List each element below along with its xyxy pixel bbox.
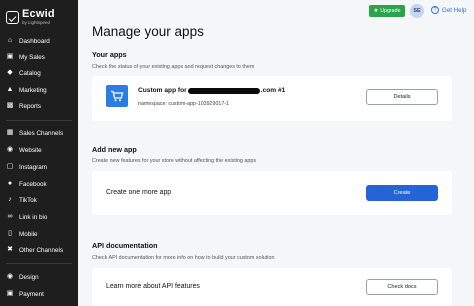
check-docs-button[interactable]: Check docs: [366, 279, 438, 295]
sidebar-item-mobile[interactable]: ▯ Mobile: [6, 227, 38, 241]
redacted-text: [187, 87, 260, 94]
mobile-icon: ▯: [8, 230, 12, 237]
sidebar-item-instagram[interactable]: ▢ Instagram: [6, 160, 47, 174]
sidebar-item-label: Catalog: [19, 69, 41, 77]
api-docs-label: Learn more about API features: [106, 283, 200, 290]
your-apps-title: Your apps: [92, 50, 127, 59]
cart-icon: [111, 90, 124, 102]
brand-logo[interactable]: Ecwid by Lightspeed: [6, 9, 55, 26]
upgrade-button[interactable]: ★ Upgrade: [369, 5, 405, 17]
help-icon: ?: [431, 6, 439, 14]
instagram-icon: ▢: [6, 163, 14, 170]
app-name-suffix: .com #1: [260, 87, 286, 94]
sidebar-item-label: Design: [19, 273, 39, 281]
globe-icon: ◉: [6, 146, 14, 153]
details-button[interactable]: Details: [366, 89, 438, 105]
sidebar-item-marketing[interactable]: ▲ Marketing: [6, 83, 47, 97]
get-help-label: Get Help: [442, 6, 467, 14]
sidebar: Ecwid by Lightspeed ⌂ Dashboard ▣ My Sal…: [0, 0, 78, 306]
tiktok-icon: ♪: [8, 196, 12, 203]
app-name-prefix: Custom app for: [138, 87, 187, 94]
sidebar-item-tiktok[interactable]: ♪ TikTok: [6, 193, 37, 207]
sidebar-item-label: Website: [19, 146, 42, 154]
megaphone-icon: ▲: [6, 86, 14, 93]
cross-icon: ✖: [7, 246, 13, 253]
upgrade-label: Upgrade: [380, 8, 401, 14]
sidebar-item-label: Payment: [19, 290, 44, 298]
api-docs-description: Check API documentation for more info on…: [92, 255, 275, 261]
sidebar-item-website[interactable]: ◉ Website: [6, 143, 42, 157]
sidebar-divider: [6, 120, 72, 121]
sidebar-item-label: Link in bio: [19, 213, 48, 221]
your-apps-description: Check the status of your existing apps a…: [92, 64, 255, 70]
sidebar-item-label: Reports: [19, 102, 42, 110]
sidebar-item-label: Marketing: [19, 86, 47, 94]
api-docs-title: API documentation: [92, 241, 158, 250]
add-new-app-title: Add new app: [92, 145, 137, 154]
sidebar-item-label: Mobile: [19, 230, 38, 238]
sidebar-item-label: Dashboard: [19, 37, 50, 45]
sidebar-item-payment[interactable]: ▣ Payment: [6, 287, 44, 301]
sidebar-item-label: Instagram: [19, 163, 47, 171]
app-name: Custom app for .com #1: [138, 87, 285, 94]
sidebar-item-dashboard[interactable]: ⌂ Dashboard: [6, 34, 50, 48]
palette-icon: ◉: [6, 273, 14, 280]
sidebar-item-my-sales[interactable]: ▣ My Sales: [6, 50, 45, 64]
sidebar-item-catalog[interactable]: ◆ Catalog: [6, 66, 41, 80]
home-icon: ⌂: [7, 37, 13, 44]
tag-icon: ◆: [7, 69, 13, 76]
facebook-icon: ●: [7, 180, 13, 187]
sidebar-item-reports[interactable]: ▩ Reports: [6, 99, 41, 113]
avatar[interactable]: SE: [410, 4, 424, 18]
sidebar-item-label: My Sales: [19, 53, 45, 61]
link-icon: ∞: [7, 213, 13, 220]
page-title: Manage your apps: [92, 24, 204, 39]
brand-sub: by Lightspeed: [22, 20, 51, 25]
sidebar-item-sales-channels[interactable]: ▦ Sales Channels: [6, 126, 63, 140]
sidebar-item-label: Sales Channels: [19, 129, 64, 137]
cart-icon: ▣: [6, 53, 14, 60]
sidebar-item-other-channels[interactable]: ✖ Other Channels: [6, 243, 63, 257]
sidebar-item-facebook[interactable]: ● Facebook: [6, 177, 47, 191]
ecwid-logo-icon: [6, 11, 19, 24]
sidebar-item-design[interactable]: ◉ Design: [6, 270, 39, 284]
star-icon: ★: [373, 8, 379, 14]
chart-icon: ▩: [6, 102, 14, 109]
payment-icon: ▣: [6, 290, 14, 297]
sidebar-item-link-in-bio[interactable]: ∞ Link in bio: [6, 210, 48, 224]
get-help-link[interactable]: ? Get Help: [431, 6, 466, 14]
sidebar-divider: [6, 263, 72, 264]
app-namespace: namespace: custom-app-103929017-1: [138, 101, 229, 107]
sidebar-item-label: Other Channels: [19, 246, 64, 254]
channels-icon: ▦: [6, 129, 14, 136]
app-icon: [106, 85, 128, 107]
brand-name: Ecwid: [22, 8, 55, 20]
create-app-label: Create one more app: [106, 189, 172, 196]
create-button[interactable]: Create: [366, 185, 438, 201]
sidebar-item-label: TikTok: [19, 196, 37, 204]
sidebar-item-label: Facebook: [19, 180, 47, 188]
add-new-app-description: Create new features for your store witho…: [92, 158, 257, 164]
